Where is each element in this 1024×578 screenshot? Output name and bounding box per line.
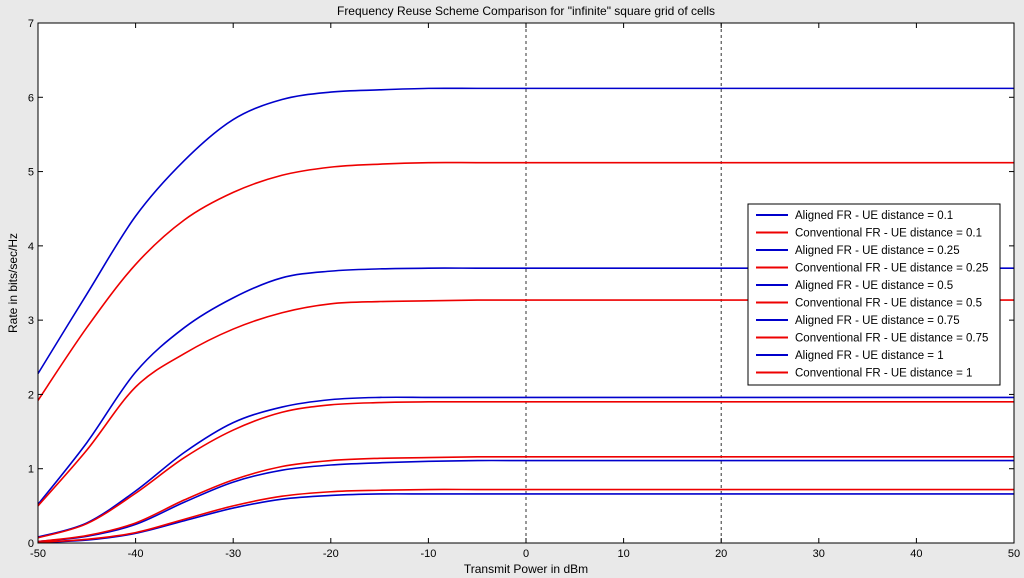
legend-label: Aligned FR - UE distance = 0.1 [795,210,953,222]
legend: Aligned FR - UE distance = 0.1 Convention… [747,203,1001,386]
legend-label: Conventional FR - UE distance = 0.75 [795,333,988,345]
x-tick-label: 20 [715,548,727,560]
chart-figure: -50 -40 -30 -20 -10 0 10 20 30 40 5001234567 Frequ… [0,0,1024,578]
y-tick-label: 0 [28,538,34,550]
legend-label: Conventional FR - UE distance = 0.1 [795,228,982,240]
x-tick-label: 0 [523,548,529,560]
x-tick-label: 50 [1008,548,1020,560]
legend-label: Aligned FR - UE distance = 1 [795,350,944,362]
x-tick-label: 10 [617,548,629,560]
legend-label: Aligned FR - UE distance = 0.25 [795,245,960,257]
legend-label: Conventional FR - UE distance = 0.25 [795,263,988,275]
y-axis-label: Rate in bits/sec/Hz [6,233,20,333]
legend-label: Conventional FR - UE distance = 0.5 [795,298,982,310]
x-tick-label: 30 [813,548,825,560]
legend-label: Aligned FR - UE distance = 0.5 [795,280,953,292]
y-tick-label: 7 [28,18,34,30]
x-tick-label: -40 [128,548,144,560]
y-tick-label: 1 [28,464,34,476]
y-tick-label: 5 [28,167,34,179]
x-tick-label: -20 [323,548,339,560]
y-tick-label: 2 [28,389,34,401]
x-tick-label: -30 [225,548,241,560]
chart-title: Frequency Reuse Scheme Comparison for "i… [337,4,715,18]
y-tick-label: 3 [28,315,34,327]
x-tick-label: -10 [420,548,436,560]
x-axis-label: Transmit Power in dBm [464,562,588,576]
y-tick-label: 6 [28,92,34,104]
y-tick-label: 4 [28,241,34,253]
legend-label: Aligned FR - UE distance = 0.75 [795,315,960,327]
x-tick-label: 40 [910,548,922,560]
legend-label: Conventional FR - UE distance = 1 [795,368,972,380]
